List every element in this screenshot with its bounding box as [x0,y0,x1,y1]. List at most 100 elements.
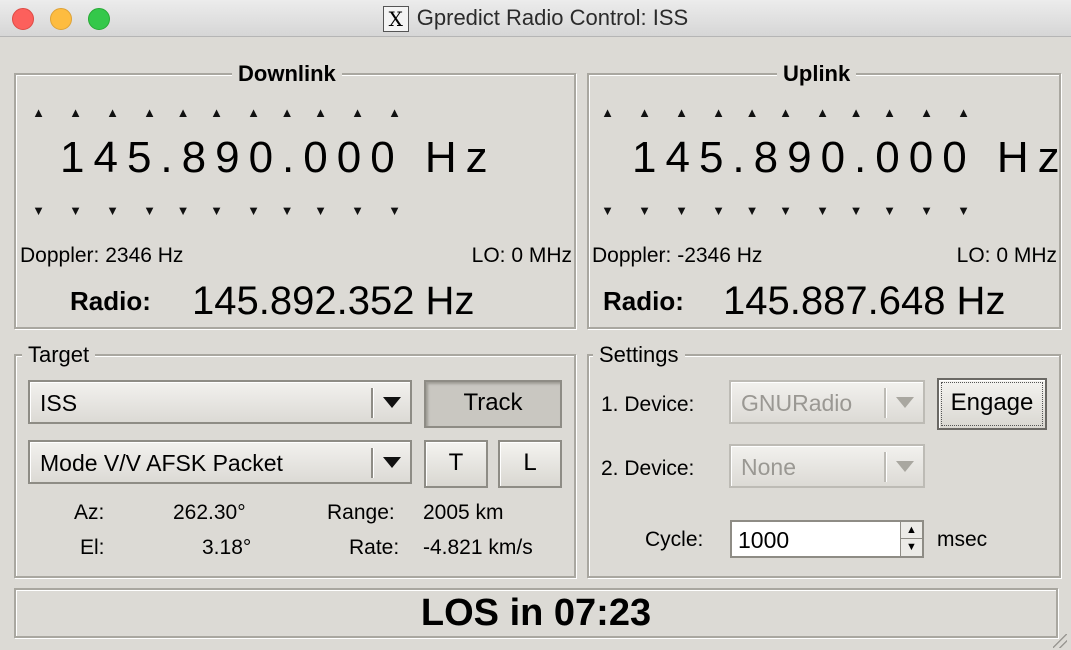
uplink-decrease-digit-button[interactable]: ▼ [841,203,871,218]
downlink-decrease-digit-button[interactable]: ▼ [376,203,413,218]
downlink-increase-digit-button[interactable]: ▲ [339,105,376,120]
los-countdown: LOS in 07:23 [420,592,652,634]
uplink-decrease-digit-button[interactable]: ▼ [700,203,737,218]
title-bar: X Gpredict Radio Control: ISS [0,0,1071,37]
downlink-increase-digit-button[interactable]: ▲ [94,105,131,120]
cycle-spinbox[interactable]: 1000 ▲ ▼ [730,520,924,558]
downlink-increase-digit-button[interactable]: ▲ [20,105,57,120]
track-button[interactable]: Track [424,380,562,428]
t-button[interactable]: T [424,440,488,488]
transponder-mode-select[interactable]: Mode V/V AFSK Packet [28,440,412,484]
downlink-down-arrows: ▼ ▼ ▼ ▼ ▼ ▼ ▼ ▼ ▼ ▼ ▼ [20,203,413,218]
downlink-increase-digit-button[interactable]: ▲ [272,105,302,120]
window-title: Gpredict Radio Control: ISS [416,5,689,30]
downlink-increase-digit-button[interactable]: ▲ [302,105,339,120]
target-frame-label: Target [22,342,96,368]
device2-select[interactable]: None [729,444,925,488]
downlink-doppler: Doppler: 2346 Hz [20,244,184,267]
rate-label: Rate: [349,536,400,559]
rate-value: -4.821 km/s [423,536,533,559]
uplink-decrease-digit-button[interactable]: ▼ [767,203,804,218]
uplink-decrease-digit-button[interactable]: ▼ [804,203,841,218]
uplink-increase-digit-button[interactable]: ▲ [737,105,767,120]
downlink-decrease-digit-button[interactable]: ▼ [272,203,302,218]
downlink-decrease-digit-button[interactable]: ▼ [57,203,94,218]
device1-select-value: GNURadio [741,390,853,416]
uplink-decrease-digit-button[interactable]: ▼ [908,203,945,218]
uplink-decrease-digit-button[interactable]: ▼ [626,203,663,218]
uplink-decrease-digit-button[interactable]: ▼ [871,203,908,218]
uplink-decrease-digit-button[interactable]: ▼ [737,203,767,218]
el-value: 3.18° [202,536,252,559]
downlink-increase-digit-button[interactable]: ▲ [235,105,272,120]
uplink-decrease-digit-button[interactable]: ▼ [663,203,700,218]
chevron-down-icon [896,461,914,472]
uplink-increase-digit-button[interactable]: ▲ [871,105,908,120]
uplink-increase-digit-button[interactable]: ▲ [908,105,945,120]
uplink-increase-digit-button[interactable]: ▲ [767,105,804,120]
spin-down-icon[interactable]: ▼ [900,539,922,556]
downlink-lo: LO: 0 MHz [471,244,572,267]
satellite-select-value: ISS [40,390,78,416]
downlink-increase-digit-button[interactable]: ▲ [376,105,413,120]
cycle-label: Cycle: [645,528,704,551]
device1-select[interactable]: GNURadio [729,380,925,424]
device1-label: 1. Device: [601,393,695,416]
transponder-mode-value: Mode V/V AFSK Packet [40,450,283,476]
satellite-select[interactable]: ISS [28,380,412,424]
uplink-decrease-digit-button[interactable]: ▼ [589,203,626,218]
uplink-increase-digit-button[interactable]: ▲ [626,105,663,120]
uplink-frame-label: Uplink [777,61,857,87]
downlink-frequency: 145.890.000 Hz [60,133,497,182]
az-label: Az: [74,501,105,524]
uplink-increase-digit-button[interactable]: ▲ [804,105,841,120]
downlink-radio-label: Radio: [70,286,151,316]
los-status: LOS in 07:23 [14,588,1058,638]
uplink-increase-digit-button[interactable]: ▲ [589,105,626,120]
uplink-increase-digit-button[interactable]: ▲ [841,105,871,120]
downlink-decrease-digit-button[interactable]: ▼ [168,203,198,218]
device2-label: 2. Device: [601,457,695,480]
downlink-frame-label: Downlink [232,61,342,87]
range-label: Range: [327,501,395,524]
uplink-frame: Uplink ▲ ▲ ▲ ▲ ▲ ▲ ▲ ▲ ▲ ▲ ▲ 145.890.000… [587,61,1061,329]
downlink-increase-digit-button[interactable]: ▲ [198,105,235,120]
uplink-lo: LO: 0 MHz [956,244,1057,267]
chevron-down-icon [383,397,401,408]
downlink-decrease-digit-button[interactable]: ▼ [339,203,376,218]
downlink-frame: Downlink ▲ ▲ ▲ ▲ ▲ ▲ ▲ ▲ ▲ ▲ ▲ 145.890.0… [14,61,576,329]
downlink-decrease-digit-button[interactable]: ▼ [235,203,272,218]
l-button[interactable]: L [498,440,562,488]
uplink-decrease-digit-button[interactable]: ▼ [945,203,982,218]
uplink-increase-digit-button[interactable]: ▲ [945,105,982,120]
downlink-decrease-digit-button[interactable]: ▼ [198,203,235,218]
el-label: El: [80,536,105,559]
resize-grip-icon[interactable] [1053,634,1067,648]
uplink-up-arrows: ▲ ▲ ▲ ▲ ▲ ▲ ▲ ▲ ▲ ▲ ▲ [589,105,982,120]
x11-icon: X [382,6,409,32]
downlink-decrease-digit-button[interactable]: ▼ [20,203,57,218]
engage-button[interactable]: Engage [937,378,1047,430]
downlink-radio-frequency: 145.892.352 Hz [192,279,475,323]
downlink-decrease-digit-button[interactable]: ▼ [302,203,339,218]
az-value: 262.30° [173,501,246,524]
downlink-up-arrows: ▲ ▲ ▲ ▲ ▲ ▲ ▲ ▲ ▲ ▲ ▲ [20,105,413,120]
uplink-increase-digit-button[interactable]: ▲ [700,105,737,120]
uplink-down-arrows: ▼ ▼ ▼ ▼ ▼ ▼ ▼ ▼ ▼ ▼ ▼ [589,203,982,218]
downlink-increase-digit-button[interactable]: ▲ [168,105,198,120]
spin-up-icon[interactable]: ▲ [900,522,922,539]
uplink-doppler: Doppler: -2346 Hz [592,244,763,267]
uplink-radio-frequency: 145.887.648 Hz [723,279,1006,323]
downlink-decrease-digit-button[interactable]: ▼ [131,203,168,218]
cycle-input[interactable]: 1000 [738,526,789,554]
chevron-down-icon [896,397,914,408]
range-value: 2005 km [423,501,504,524]
uplink-radio-label: Radio: [603,286,684,316]
uplink-increase-digit-button[interactable]: ▲ [663,105,700,120]
downlink-increase-digit-button[interactable]: ▲ [57,105,94,120]
settings-frame: Settings 1. Device: GNURadio Engage 2. D… [587,342,1061,578]
target-frame: Target ISS Track Mode V/V AFSK Packet T … [14,342,576,578]
downlink-decrease-digit-button[interactable]: ▼ [94,203,131,218]
downlink-increase-digit-button[interactable]: ▲ [131,105,168,120]
chevron-down-icon [383,457,401,468]
